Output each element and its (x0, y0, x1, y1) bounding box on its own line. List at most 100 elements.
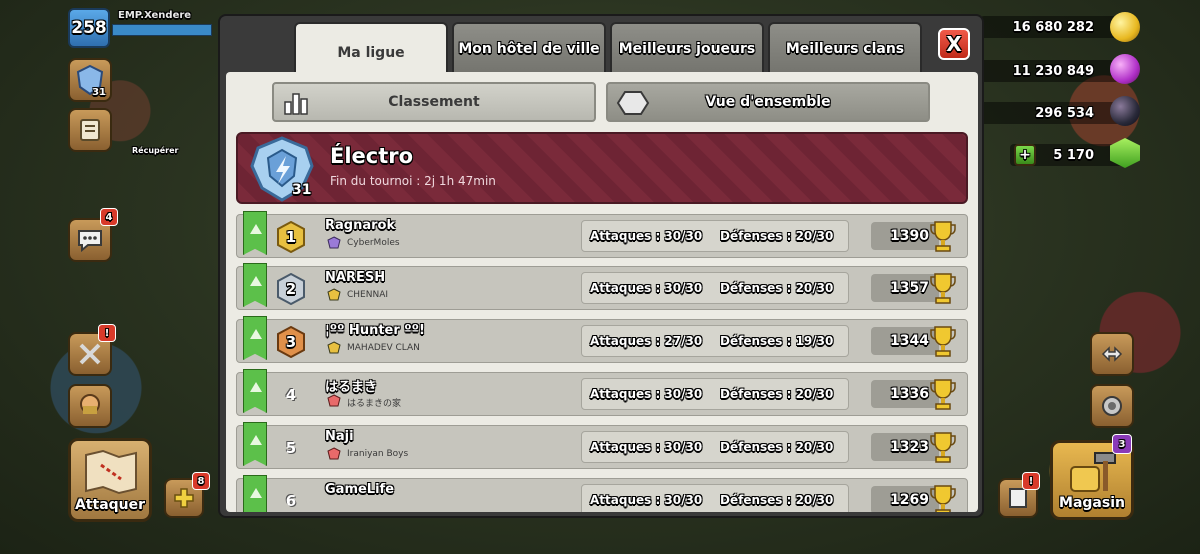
clan-badge-icon (327, 394, 341, 407)
dark-elixir-icon (1110, 96, 1140, 126)
table-row[interactable]: 3 ¦ºº Hunter ºº! MAHADEV CLAN Attaques :… (236, 316, 968, 363)
arrows-icon (1101, 346, 1123, 362)
up-arrow-icon (250, 329, 262, 339)
crossed-swords-icon (79, 343, 101, 365)
attack-label: Attaquer (74, 497, 146, 513)
trophy-count: 1323 (890, 439, 929, 455)
tab-my-town-hall-label: Mon hôtel de ville (458, 41, 600, 57)
ranking-button[interactable]: Classement (272, 82, 596, 122)
trophy-icon (930, 221, 956, 252)
attacks: Attaques : 30/30 (590, 281, 703, 295)
table-row[interactable]: 4 はるまき はるまきの家 Attaques : 30/30 Défenses :… (236, 369, 968, 416)
chat-badge: 4 (100, 208, 118, 226)
trophy-icon (930, 485, 956, 512)
table-row[interactable]: 5 Naji Iraniyan Boys Attaques : 30/30 Déf… (236, 422, 968, 469)
gold-value: 16 680 282 (1012, 19, 1094, 35)
overview-label: Vue d'ensemble (705, 94, 831, 110)
trophy-icon (930, 379, 956, 410)
stats-box: Attaques : 30/30 Défenses : 20/30 (581, 484, 849, 512)
player-level: 258 (71, 18, 107, 38)
plus-icon (174, 488, 194, 508)
promotion-flag (243, 211, 267, 255)
move-buildings-button[interactable] (1090, 332, 1134, 376)
tab-top-players-label: Meilleurs joueurs (618, 41, 756, 57)
bar-chart-icon (284, 93, 308, 115)
table-row[interactable]: 2 NARESH CHENNAI Attaques : 30/30 Défense… (236, 263, 968, 310)
buy-gems-button[interactable]: + (1014, 144, 1036, 166)
clan-badge-icon (327, 447, 341, 460)
rank: 5 (285, 439, 297, 457)
trophy-count: 1336 (890, 386, 929, 402)
attacks: Attaques : 27/30 (590, 334, 703, 348)
defenses: Défenses : 20/30 (720, 440, 834, 454)
clan-name: CyberMoles (347, 238, 400, 248)
rank: 6 (285, 492, 297, 510)
builder-base-button[interactable] (68, 384, 112, 428)
rank: 3 (285, 333, 297, 351)
tab-my-town-hall[interactable]: Mon hôtel de ville (452, 22, 606, 74)
attacks: Attaques : 30/30 (590, 493, 703, 507)
trophy-count: 1390 (890, 228, 929, 244)
clan-name: MAHADEV CLAN (347, 343, 420, 353)
retrieve-label[interactable]: Récupérer (132, 146, 179, 155)
panel-body: Classement Vue d'ensemble 31 Électro Fin… (226, 72, 978, 512)
clan-name: Iraniyan Boys (347, 449, 409, 459)
shop-label: Magasin (1059, 495, 1125, 511)
elixir-value: 11 230 849 (1012, 63, 1094, 79)
dark-elixir-value: 296 534 (1035, 105, 1094, 121)
elixir-icon (1110, 54, 1140, 84)
player-name: Ragnarok (325, 218, 396, 233)
league-icon-button[interactable]: 31 (68, 58, 112, 102)
promotion-flag (243, 316, 267, 360)
gold-icon (1110, 12, 1140, 42)
overview-button[interactable]: Vue d'ensemble (606, 82, 930, 122)
tab-top-players[interactable]: Meilleurs joueurs (610, 22, 764, 74)
player-name: NARESH (325, 270, 386, 285)
gold-counter: 16 680 282 (980, 16, 1130, 38)
xp-bar (112, 24, 212, 36)
attack-button[interactable]: Attaquer (68, 438, 152, 522)
attacks: Attaques : 30/30 (590, 387, 703, 401)
news-button[interactable] (68, 108, 112, 152)
defenses: Défenses : 20/30 (720, 281, 834, 295)
clan-name: はるまきの家 (347, 399, 402, 409)
close-icon: X (946, 32, 962, 56)
trophy-icon (930, 432, 956, 463)
trophy-count: 1357 (890, 280, 929, 296)
chat-bubble-icon (78, 230, 102, 252)
close-button[interactable]: X (938, 28, 970, 60)
stats-box: Attaques : 30/30 Défenses : 20/30 (581, 378, 849, 410)
trophy-count: 1344 (890, 333, 929, 349)
player-level-badge[interactable]: 258 (68, 8, 110, 48)
up-arrow-icon (250, 276, 262, 286)
player-name: GameLife (325, 482, 395, 497)
promotion-flag (243, 475, 267, 512)
attacks: Attaques : 30/30 (590, 229, 703, 243)
defenses: Défenses : 19/30 (720, 334, 834, 348)
up-arrow-icon (250, 382, 262, 392)
table-row[interactable]: 6 GameLife Attaques : 30/30 Défenses : 20… (236, 475, 968, 512)
ranking-label: Classement (388, 94, 480, 110)
gems-value: 5 170 (1053, 147, 1094, 163)
tab-top-clans[interactable]: Meilleurs clans (768, 22, 922, 74)
stats-box: Attaques : 30/30 Défenses : 20/30 (581, 220, 849, 252)
clan-name: CHENNAI (347, 290, 389, 300)
table-row[interactable]: 1 Ragnarok CyberMoles Attaques : 30/30 Dé… (236, 211, 968, 258)
dark-elixir-counter: 296 534 (980, 102, 1130, 124)
league-icon-num: 31 (92, 87, 106, 98)
barbarian-icon (80, 394, 100, 414)
shop-badge: 3 (1112, 434, 1132, 454)
stats-box: Attaques : 27/30 Défenses : 19/30 (581, 325, 849, 357)
gear-icon (1102, 396, 1122, 416)
clan-badge-icon (327, 341, 341, 354)
defenses: Défenses : 20/30 (720, 493, 834, 507)
promotion-flag (243, 263, 267, 307)
league-name: Électro (330, 144, 414, 168)
league-panel: Ma ligue Mon hôtel de ville Meilleurs jo… (218, 14, 984, 518)
league-banner: 31 Électro Fin du tournoi : 2j 1h 47min (236, 132, 968, 204)
scroll-icon (80, 119, 100, 141)
trophy-icon (930, 273, 956, 304)
player-name: ¦ºº Hunter ºº! (325, 323, 425, 338)
settings-button[interactable] (1090, 384, 1134, 428)
league-level: 31 (292, 182, 312, 198)
